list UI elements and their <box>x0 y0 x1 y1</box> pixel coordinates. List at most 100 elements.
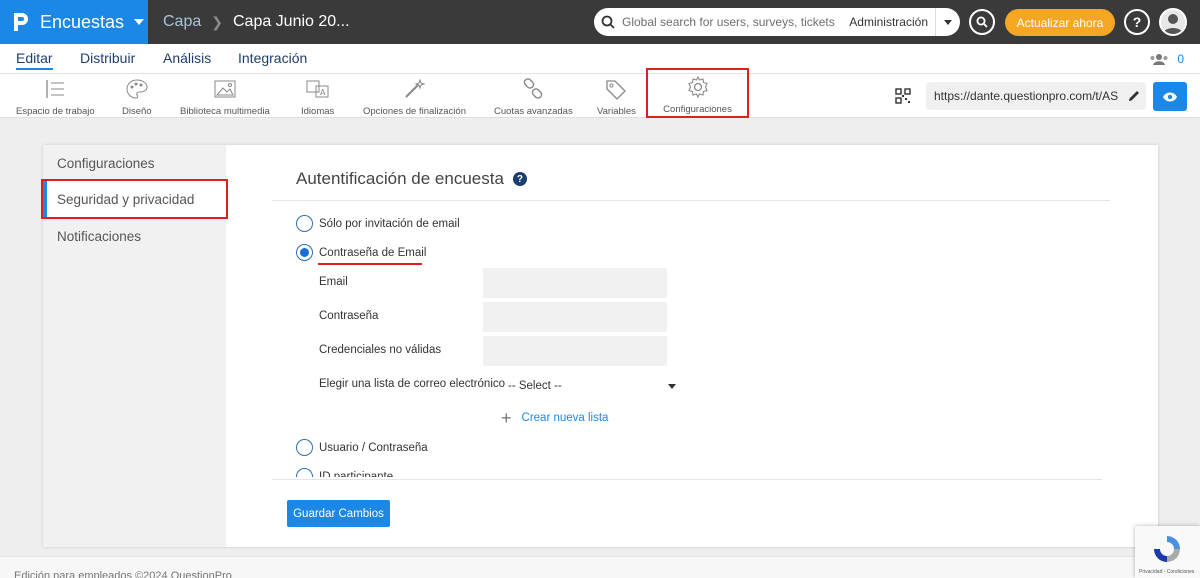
footer: Edición para empleados ©2024 QuestionPro <box>0 556 1200 578</box>
divider <box>272 479 1102 480</box>
tool-media-library-label: Biblioteca multimedia <box>180 106 270 117</box>
tool-finish-options[interactable]: Opciones de finalización <box>363 78 466 117</box>
radio-email-password[interactable] <box>296 244 313 261</box>
email-list-select[interactable]: -- Select -- <box>508 378 676 394</box>
recaptcha-links[interactable]: Privacidad - Condiciones <box>1139 569 1194 575</box>
radio-email-invite[interactable] <box>296 215 313 232</box>
menu-analisis[interactable]: Análisis <box>163 50 211 66</box>
highlight-underline <box>318 263 422 265</box>
create-list-link[interactable]: + Crear nueva lista <box>501 408 609 428</box>
chevron-down-icon <box>668 383 676 389</box>
user-avatar-icon <box>1163 14 1183 34</box>
settings-card: Configuraciones Seguridad y privacidad N… <box>41 145 1158 547</box>
password-field-label: Contraseña <box>319 310 379 322</box>
tool-finish-options-label: Opciones de finalización <box>363 106 466 117</box>
auth-options: Sólo por invitación de email Contraseña … <box>226 145 1158 477</box>
search-scope-dropdown[interactable] <box>936 8 960 36</box>
recaptcha-badge[interactable]: Privacidad - Condiciones <box>1135 526 1200 578</box>
chevron-right-icon: ❯ <box>211 13 223 30</box>
pencil-icon[interactable] <box>1122 89 1146 103</box>
breadcrumb: Capa ❯ Capa Junio 20... <box>163 0 350 44</box>
radio-selected-dot <box>300 248 309 257</box>
search-button[interactable] <box>969 9 995 35</box>
search-scope[interactable]: Administración <box>842 8 936 36</box>
tool-settings[interactable]: Configuraciones <box>646 68 749 118</box>
email-field-label: Email <box>319 276 348 288</box>
search-icon <box>594 8 622 36</box>
radio-user-password[interactable] <box>296 439 313 456</box>
product-switcher[interactable]: Encuestas <box>0 0 148 44</box>
footer-text: Edición para empleados ©2024 QuestionPro <box>14 570 232 578</box>
option-email-password[interactable]: Contraseña de Email <box>296 244 426 261</box>
magic-wand-icon <box>363 78 466 100</box>
breadcrumb-root[interactable]: Capa <box>163 13 201 31</box>
recaptcha-icon <box>1154 536 1180 562</box>
upgrade-button[interactable]: Actualizar ahora <box>1005 9 1115 36</box>
option-email-invite[interactable]: Sólo por invitación de email <box>296 215 460 232</box>
email-list-value: -- Select -- <box>508 380 562 392</box>
editor-toolbar: Espacio de trabajo Diseño Biblioteca mul… <box>0 68 1200 118</box>
palette-icon <box>122 78 152 100</box>
collaborators[interactable]: 0 <box>1149 52 1184 66</box>
product-name: Encuestas <box>40 11 125 32</box>
top-bar: Encuestas Capa ❯ Capa Junio 20... Global… <box>0 0 1200 44</box>
security-panel: Autentificación de encuesta ? Sólo por i… <box>226 145 1158 547</box>
sidebar-item-configuraciones[interactable]: Configuraciones <box>43 145 226 181</box>
users-icon <box>1150 54 1168 65</box>
eye-icon <box>1163 92 1177 101</box>
tool-settings-label: Configuraciones <box>663 104 732 115</box>
avatar[interactable] <box>1159 8 1187 36</box>
search-icon <box>976 16 988 28</box>
tool-advanced-quotas-label: Cuotas avanzadas <box>494 106 573 117</box>
tool-variables[interactable]: Variables <box>597 78 636 117</box>
preview-button[interactable] <box>1153 82 1187 111</box>
save-button[interactable]: Guardar Cambios <box>287 500 390 527</box>
option-user-password[interactable]: Usuario / Contraseña <box>296 439 428 456</box>
invalid-credentials-field[interactable] <box>483 336 667 366</box>
chevron-down-icon <box>944 19 952 25</box>
survey-url-field[interactable]: https://dante.questionpro.com/t/AS <box>926 82 1146 110</box>
sidebar-item-notificaciones[interactable]: Notificaciones <box>43 218 226 254</box>
svg-text:A: A <box>320 88 326 97</box>
tool-variables-label: Variables <box>597 106 636 117</box>
option-email-password-label: Contraseña de Email <box>319 246 427 259</box>
translate-icon: A <box>301 78 334 100</box>
tool-media-library[interactable]: Biblioteca multimedia <box>180 78 270 117</box>
tool-languages[interactable]: A Idiomas <box>301 78 334 117</box>
help-button[interactable]: ? <box>1124 9 1150 35</box>
breadcrumb-current[interactable]: Capa Junio 20... <box>233 13 350 31</box>
gear-icon <box>648 76 747 98</box>
tool-workspace[interactable]: Espacio de trabajo <box>16 78 95 117</box>
option-participant-id-label: ID participante <box>319 470 394 478</box>
tool-advanced-quotas[interactable]: Cuotas avanzadas <box>494 78 573 117</box>
menu-editar[interactable]: Editar <box>16 50 53 70</box>
settings-sidebar: Configuraciones Seguridad y privacidad N… <box>41 145 228 547</box>
image-icon <box>180 78 270 100</box>
global-search[interactable]: Global search for users, surveys, ticket… <box>594 8 960 36</box>
workspace-icon <box>16 78 95 100</box>
radio-participant-id[interactable] <box>296 468 313 477</box>
questionpro-logo-icon <box>14 13 28 31</box>
menu-integracion[interactable]: Integración <box>238 50 307 66</box>
link-chain-icon <box>494 78 573 100</box>
tool-languages-label: Idiomas <box>301 106 335 117</box>
option-user-password-label: Usuario / Contraseña <box>319 441 428 454</box>
tag-icon <box>597 78 636 100</box>
email-field[interactable] <box>483 268 667 298</box>
tool-design[interactable]: Diseño <box>122 78 152 117</box>
survey-url[interactable]: https://dante.questionpro.com/t/AS <box>934 89 1122 103</box>
main-menu: Editar Distribuir Análisis Integración 0 <box>0 44 1200 74</box>
email-list-label: Elegir una lista de correo electrónico <box>319 378 506 390</box>
option-participant-id[interactable]: ID participante <box>296 468 393 477</box>
option-email-invite-label: Sólo por invitación de email <box>319 217 460 230</box>
create-list-label: Crear nueva lista <box>521 412 609 424</box>
sidebar-item-security[interactable]: Seguridad y privacidad <box>41 179 228 219</box>
plus-icon: + <box>501 408 512 428</box>
invalid-credentials-label: Credenciales no válidas <box>319 344 442 356</box>
search-input[interactable]: Global search for users, surveys, ticket… <box>622 15 842 29</box>
password-field[interactable] <box>483 302 667 332</box>
tool-workspace-label: Espacio de trabajo <box>16 106 95 117</box>
collaborators-count: 0 <box>1177 52 1184 66</box>
qr-code-icon[interactable] <box>895 88 911 109</box>
menu-distribuir[interactable]: Distribuir <box>80 50 135 66</box>
